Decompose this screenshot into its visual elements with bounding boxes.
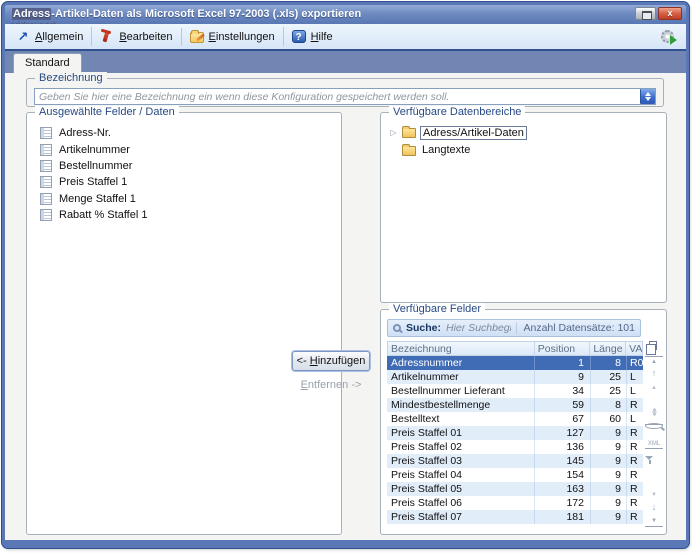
window-title: Adress-Artikel-Daten als Microsoft Excel… (12, 8, 361, 20)
go-up-icon[interactable]: ↑ (645, 368, 663, 378)
group-bezeichnung: Bezeichnung (26, 78, 664, 107)
group-selected-fields-legend: Ausgewählte Felder / Daten (35, 106, 179, 119)
toolbar-button-hilfe[interactable]: ? Hilfe (283, 27, 341, 46)
col-header-bezeichnung[interactable]: Bezeichnung (388, 342, 535, 355)
grid-row[interactable]: Preis Staffel 07 181 9 R (387, 510, 643, 524)
grid-row[interactable]: Preis Staffel 01 127 9 R (387, 426, 643, 440)
grid-header: Bezeichnung Position Länge VA (387, 341, 643, 356)
export-dialog-window: addrexport Adress-Artikel-Daten als Micr… (2, 2, 689, 548)
toolbar-button-einstellungen[interactable]: Einstellungen (181, 28, 283, 46)
watermark: addrexport (10, 16, 56, 24)
selected-field-item[interactable]: Rabatt % Staffel 1 (40, 207, 341, 223)
combo-dropdown-button[interactable] (640, 89, 655, 104)
run-export-button[interactable] (655, 26, 679, 48)
selected-fields-list: Adress-Nr. Artikelnummer Bestellnummer P… (27, 113, 341, 223)
settings-icon (190, 32, 204, 43)
bezeichnung-input[interactable] (35, 89, 640, 104)
edit-icon (100, 30, 114, 43)
field-icon (40, 193, 52, 205)
search-label: Suche: (406, 322, 441, 334)
go-last-icon[interactable]: ▼ (645, 517, 663, 527)
grid-row[interactable]: Bestellnummer Lieferant 34 25 L (387, 384, 643, 398)
grid-body: Adressnummer 1 8 R0 Artikelnummer 9 25 L… (387, 356, 643, 524)
close-button[interactable]: x (658, 7, 682, 20)
go-down-icon[interactable]: ↓ (645, 502, 663, 512)
fields-grid: Bezeichnung Position Länge VA Adressnumm… (387, 341, 643, 524)
col-header-va[interactable]: VA (626, 342, 642, 355)
tree-item[interactable]: ▷ Adress/Artikel-Daten (389, 124, 666, 142)
folder-icon (402, 146, 416, 156)
grid-row[interactable]: Preis Staffel 03 145 9 R (387, 454, 643, 468)
field-icon (40, 176, 52, 188)
column-chooser-icon[interactable] (645, 340, 663, 352)
tree-item[interactable]: ▷ Langtexte (389, 142, 666, 160)
col-header-position[interactable]: Position (535, 342, 591, 355)
arrow-ne-icon: ↗ (16, 30, 30, 43)
selected-field-item[interactable]: Menge Staffel 1 (40, 191, 341, 207)
selected-field-item[interactable]: Preis Staffel 1 (40, 174, 341, 190)
grid-side-toolbar: ▲ ↑ ▲ (|) XML ▼ ↓ ▼ (645, 310, 663, 534)
group-available-fields-legend: Verfügbare Felder (389, 303, 485, 316)
grid-row[interactable]: Preis Staffel 02 136 9 R (387, 440, 643, 454)
group-selected-fields: Ausgewählte Felder / Daten Adress-Nr. Ar… (26, 112, 342, 535)
restore-button[interactable] (635, 7, 656, 20)
go-next-icon[interactable]: ▼ (645, 491, 663, 499)
grid-row[interactable]: Bestelltext 67 60 L (387, 412, 643, 426)
grid-row[interactable]: Preis Staffel 05 163 9 R (387, 482, 643, 496)
col-header-laenge[interactable]: Länge (590, 342, 626, 355)
selected-field-item[interactable]: Artikelnummer (40, 141, 341, 157)
data-areas-tree: ▷ Adress/Artikel-Daten ▷ Langtexte (381, 113, 666, 159)
go-prev-icon[interactable]: ▲ (645, 384, 663, 392)
grid-row[interactable]: Artikelnummer 9 25 L (387, 370, 643, 384)
field-icon (40, 144, 52, 156)
search-bar: Suche: Anzahl Datensätze: 101 (387, 319, 641, 337)
field-icon (40, 160, 52, 172)
bezeichnung-combobox (34, 88, 656, 105)
group-bezeichnung-legend: Bezeichnung (35, 72, 107, 85)
expander-icon[interactable]: ▷ (389, 128, 398, 137)
search-input[interactable] (446, 322, 511, 334)
record-count: Anzahl Datensätze: 101 (516, 322, 635, 334)
xml-export-icon[interactable]: XML (645, 441, 663, 449)
tabstrip: Standard (5, 51, 686, 73)
grid-row[interactable]: Adressnummer 1 8 R0 (387, 356, 643, 370)
group-data-areas: Verfügbare Datenbereiche ▷ Adress/Artike… (380, 112, 667, 303)
help-icon: ? (292, 30, 306, 43)
folder-icon (402, 128, 416, 138)
toolbar-button-bearbeiten[interactable]: Bearbeiten (91, 27, 180, 46)
selected-field-item[interactable]: Bestellnummer (40, 158, 341, 174)
remove-button[interactable]: Entfernen -> (292, 379, 370, 391)
dialog-content: Bezeichnung Ausgewählte Felder / Daten A… (5, 73, 686, 540)
group-data-areas-legend: Verfügbare Datenbereiche (389, 106, 525, 119)
tab-standard[interactable]: Standard (13, 53, 82, 73)
run-export-icon (661, 30, 674, 43)
group-available-fields: Verfügbare Felder Suche: Anzahl Datensät… (380, 309, 667, 535)
edit-record-icon[interactable]: (|) (645, 409, 663, 416)
field-icon (40, 127, 52, 139)
field-icon (40, 209, 52, 221)
toolbar-items: ↗ Allgemein Bearbeiten Einstellungen ? H… (8, 27, 341, 46)
grid-row[interactable]: Preis Staffel 06 172 9 R (387, 496, 643, 510)
go-first-icon[interactable]: ▲ (645, 356, 663, 366)
grid-row[interactable]: Preis Staffel 04 154 9 R (387, 468, 643, 482)
toolbar: ↗ Allgemein Bearbeiten Einstellungen ? H… (5, 24, 686, 51)
grid-row[interactable]: Mindestbestellmenge 59 8 R (387, 398, 643, 412)
titlebar: addrexport Adress-Artikel-Daten als Micr… (5, 5, 686, 24)
selected-field-item[interactable]: Adress-Nr. (40, 125, 341, 141)
toolbar-button-allgemein[interactable]: ↗ Allgemein (8, 27, 91, 46)
window-title-rest: -Artikel-Daten als Microsoft Excel 97-20… (51, 8, 361, 20)
add-button[interactable]: <- Hinzufügen (292, 351, 370, 371)
grid-search-icon[interactable] (645, 423, 663, 425)
search-icon (393, 324, 401, 332)
